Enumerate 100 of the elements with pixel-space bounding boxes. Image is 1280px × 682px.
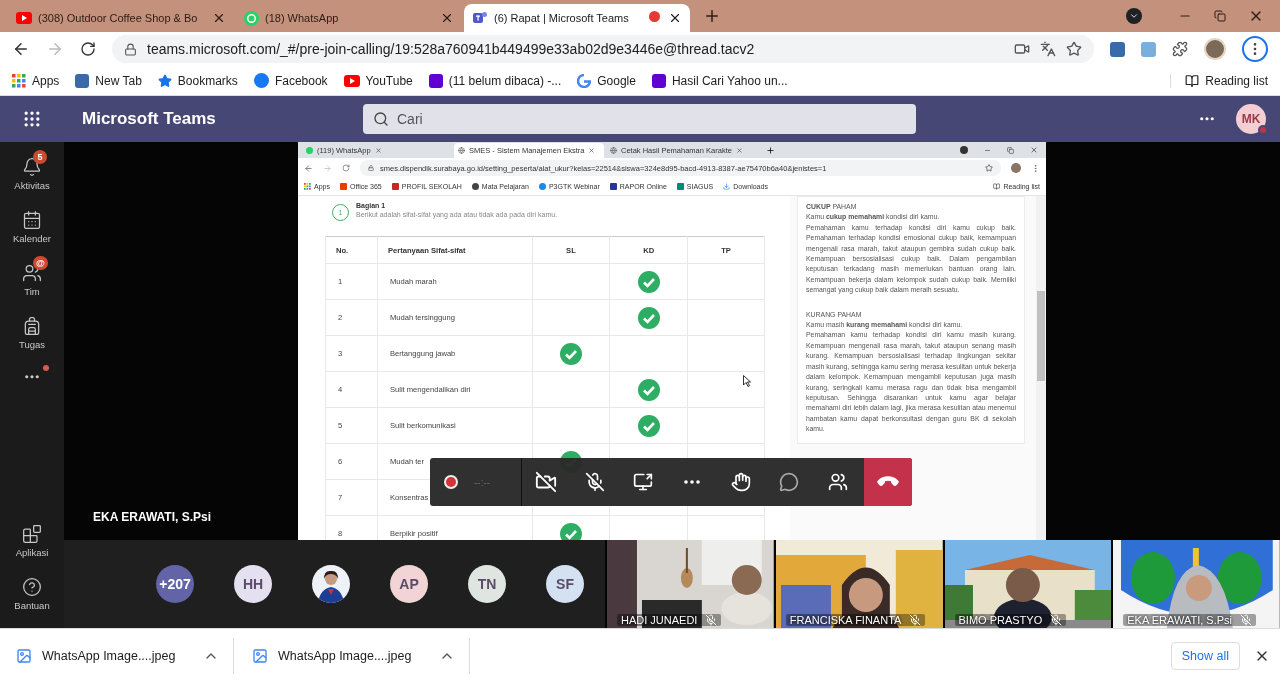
restore-icon[interactable] [1214,10,1226,22]
star-icon [157,73,172,88]
globe-icon [610,147,617,154]
bookmark-link[interactable]: (11 belum dibaca) -... [428,73,562,88]
notification-badge: @ [33,255,48,270]
lock-icon [368,165,374,171]
nav-button[interactable]: @ Tim [0,253,64,306]
more-icon [25,375,39,379]
caret-icon [1129,11,1139,21]
nav-button[interactable]: Bantuan [0,567,64,620]
camera-icon[interactable] [1014,41,1030,57]
logo-icon [253,73,269,88]
app-icon [472,10,488,26]
logo-icon [676,183,684,190]
show-all-button[interactable]: Show all [1170,641,1240,670]
menu-button[interactable] [1242,36,1268,62]
restore-icon[interactable] [1007,146,1014,154]
bookmark-link[interactable]: Bookmarks [157,73,238,88]
image-file-icon [16,647,32,664]
apps-icon [12,73,26,88]
recording-icon [444,475,458,489]
backpack-icon [22,315,42,336]
profile-avatar[interactable] [1204,38,1226,60]
profile-avatar[interactable] [1011,163,1021,173]
nav-button[interactable]: 5 Aktivitas [0,147,64,200]
people-icon [827,472,848,492]
address-field[interactable]: teams.microsoft.com/_#/pre-join-calling/19:528a760941b449499e33ab02d9e3446e@thread.tacv2 [112,35,1094,63]
participant-avatar[interactable]: AP [390,565,428,603]
download-item[interactable]: WhatsApp Image....jpeg [16,647,176,664]
logo-icon [471,183,479,190]
close-icon[interactable] [668,11,682,25]
extensions-icon[interactable] [1172,41,1188,57]
reading-list-icon [1185,73,1200,88]
mic-off-icon [584,472,605,492]
star-icon[interactable] [985,164,993,172]
participant-name: HADI JUNAEDI [621,614,698,626]
profile-menu-button[interactable] [1126,8,1142,24]
bookmark-link[interactable]: Hasil Cari Yahoo un... [651,73,788,88]
play-icon [16,12,32,24]
lock-icon [124,42,137,56]
logo-icon [391,183,399,190]
bell-icon [22,156,42,177]
browser-tab[interactable]: (308) Outdoor Coffee Shop & Bo [8,4,234,32]
participant-avatar[interactable]: HH [234,565,272,603]
status-dot [1258,125,1268,135]
browser-tab[interactable]: (18) WhatsApp [236,4,462,32]
logo-icon [339,183,347,190]
app-launcher-icon[interactable] [22,109,42,129]
share-screen-icon [633,472,654,492]
hand-icon [730,472,751,492]
presenter-name: EKA ERAWATI, S.Psi [93,510,212,524]
chat-icon [244,10,259,26]
reload-icon[interactable] [80,41,96,57]
participant-name: FRANCISKA FINANTA [789,614,902,626]
logo-icon [428,73,443,88]
calendar-icon [22,209,42,230]
translate-icon[interactable] [1040,41,1056,57]
bookmark-link[interactable]: Apps [12,73,60,88]
download-icon [723,183,731,190]
reading-list-button[interactable]: Reading list [1170,73,1268,88]
bookmark-link[interactable]: Google [577,73,636,88]
bookmark-link[interactable]: YouTube [343,73,413,88]
logo-icon [538,183,546,190]
bookmark-link[interactable]: Facebook [253,73,328,88]
recording-icon [649,11,660,22]
participant-name: EKA ERAWATI, S.Psi [1127,614,1232,626]
nav-button[interactable]: Tugas [0,306,64,359]
help-icon [22,576,42,597]
image-file-icon [252,647,268,664]
more-button[interactable] [25,375,39,379]
star-icon[interactable] [1066,41,1082,57]
logo-icon [577,73,592,88]
close-icon[interactable] [212,11,226,25]
box-icon [75,73,90,88]
search-field[interactable]: Cari [363,104,916,134]
chat-icon [779,472,800,492]
participant-avatar[interactable]: TN [468,565,506,603]
more-icon [1200,117,1214,121]
extension-icon[interactable] [1110,41,1125,57]
download-item[interactable]: WhatsApp Image....jpeg [252,647,412,664]
menu-icon[interactable] [1031,163,1040,173]
bookmark-link[interactable]: New Tab [75,73,142,88]
user-avatar[interactable]: MK [1236,104,1266,134]
participant-avatar[interactable]: SF [546,565,584,603]
overflow-avatar[interactable]: +207 [156,565,194,603]
nav-button[interactable]: Kalender [0,200,64,253]
participant-name: BIMO PRASTYO [958,614,1043,626]
browser-tab[interactable]: (6) Rapat | Microsoft Teams [464,4,690,32]
close-icon[interactable] [440,11,454,25]
profile-icon[interactable] [960,146,968,154]
hang-up-button[interactable] [864,458,912,506]
nav-button[interactable]: Aplikasi [0,514,64,567]
new-tab-icon[interactable] [766,145,775,155]
camera-off-icon [535,471,558,493]
plus-icon [703,7,721,25]
search-icon [373,111,389,127]
logo-icon [651,73,666,88]
app-title: Microsoft Teams [81,109,217,129]
back-icon[interactable] [12,40,30,58]
blocks-icon [22,523,42,544]
